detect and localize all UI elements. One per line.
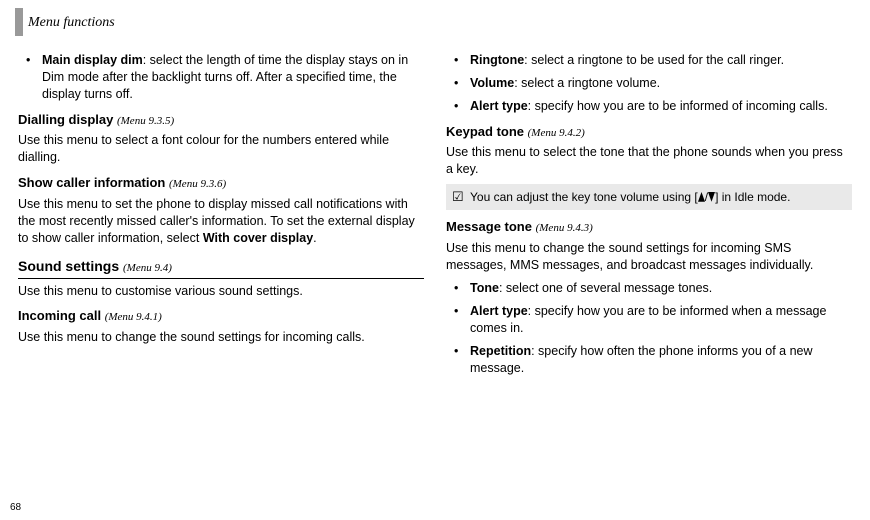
heading-text: Keypad tone xyxy=(446,124,524,139)
bullet-body: Alert type: specify how you are to be in… xyxy=(470,303,852,337)
heading-keypad-tone: Keypad tone (Menu 9.4.2) xyxy=(446,123,852,141)
bullet-mark: • xyxy=(454,303,470,337)
heading-dialling-display: Dialling display (Menu 9.3.5) xyxy=(18,111,424,129)
bullet-term: Alert type xyxy=(470,99,528,113)
bullet-body: Repetition: specify how often the phone … xyxy=(470,343,852,377)
heading-text: Sound settings xyxy=(18,258,119,274)
left-column: • Main display dim: select the length of… xyxy=(18,52,424,382)
header-accent-bar xyxy=(15,8,23,36)
list-item: • Main display dim: select the length of… xyxy=(18,52,424,103)
menu-ref: (Menu 9.4.1) xyxy=(105,311,162,323)
para-part-b: . xyxy=(313,231,316,245)
list-item: • Alert type: specify how you are to be … xyxy=(446,98,852,115)
heading-text: Show caller information xyxy=(18,175,165,190)
bullet-rest: : select a ringtone to be used for the c… xyxy=(524,53,784,67)
menu-ref: (Menu 9.4.3) xyxy=(536,222,593,234)
note-text-c: ] in Idle mode. xyxy=(715,190,790,204)
bullet-term: Volume xyxy=(470,76,514,90)
note-body: You can adjust the key tone volume using… xyxy=(470,189,846,205)
bullet-mark: • xyxy=(454,343,470,377)
bullet-mark: • xyxy=(454,98,470,115)
bullet-mark: • xyxy=(454,280,470,297)
heading-sound-settings: Sound settings (Menu 9.4) xyxy=(18,257,424,279)
bullet-body: Volume: select a ringtone volume. xyxy=(470,75,852,92)
bullet-mark: • xyxy=(454,52,470,69)
para-dialling: Use this menu to select a font colour fo… xyxy=(18,132,424,166)
list-item: • Alert type: specify how you are to be … xyxy=(446,303,852,337)
bullet-body: Tone: select one of several message tone… xyxy=(470,280,852,297)
list-item: • Tone: select one of several message to… xyxy=(446,280,852,297)
para-show-caller: Use this menu to set the phone to displa… xyxy=(18,196,424,247)
heading-incoming-call: Incoming call (Menu 9.4.1) xyxy=(18,307,424,325)
list-item: • Volume: select a ringtone volume. xyxy=(446,75,852,92)
volume-down-icon xyxy=(708,192,715,202)
checkmark-icon: ☑ xyxy=(452,189,470,203)
bullet-body: Alert type: specify how you are to be in… xyxy=(470,98,852,115)
right-column: • Ringtone: select a ringtone to be used… xyxy=(446,52,852,382)
bullet-body: Ringtone: select a ringtone to be used f… xyxy=(470,52,852,69)
note-text-a: You can adjust the key tone volume using… xyxy=(470,190,698,204)
menu-ref: (Menu 9.3.6) xyxy=(169,178,226,190)
with-cover-display-label: With cover display xyxy=(203,231,313,245)
bullet-term: Tone xyxy=(470,281,499,295)
list-item: • Ringtone: select a ringtone to be used… xyxy=(446,52,852,69)
heading-show-caller: Show caller information (Menu 9.3.6) xyxy=(18,174,424,192)
para-sound-settings: Use this menu to customise various sound… xyxy=(18,283,424,300)
page-number: 68 xyxy=(10,501,21,515)
heading-message-tone: Message tone (Menu 9.4.3) xyxy=(446,218,852,236)
content-columns: • Main display dim: select the length of… xyxy=(18,52,852,382)
note-box: ☑ You can adjust the key tone volume usi… xyxy=(446,184,852,210)
para-keypad-tone: Use this menu to select the tone that th… xyxy=(446,144,852,178)
menu-ref: (Menu 9.4) xyxy=(123,262,172,274)
bullet-term: Ringtone xyxy=(470,53,524,67)
menu-ref: (Menu 9.4.2) xyxy=(528,127,585,139)
heading-text: Dialling display xyxy=(18,112,113,127)
bullet-term: Repetition xyxy=(470,344,531,358)
para-incoming-call: Use this menu to change the sound settin… xyxy=(18,329,424,346)
bullet-rest: : specify how you are to be informed of … xyxy=(528,99,828,113)
heading-text: Incoming call xyxy=(18,308,101,323)
bullet-mark: • xyxy=(26,52,42,103)
bullet-term: Alert type xyxy=(470,304,528,318)
bullet-rest: : select a ringtone volume. xyxy=(514,76,660,90)
para-message-tone: Use this menu to change the sound settin… xyxy=(446,240,852,274)
menu-ref: (Menu 9.3.5) xyxy=(117,115,174,127)
bullet-term: Main display dim xyxy=(42,53,143,67)
list-item: • Repetition: specify how often the phon… xyxy=(446,343,852,377)
bullet-body: Main display dim: select the length of t… xyxy=(42,52,424,103)
heading-text: Message tone xyxy=(446,219,532,234)
bullet-mark: • xyxy=(454,75,470,92)
volume-up-icon xyxy=(698,192,705,202)
page-header-title: Menu functions xyxy=(28,14,115,33)
bullet-rest: : select one of several message tones. xyxy=(499,281,712,295)
